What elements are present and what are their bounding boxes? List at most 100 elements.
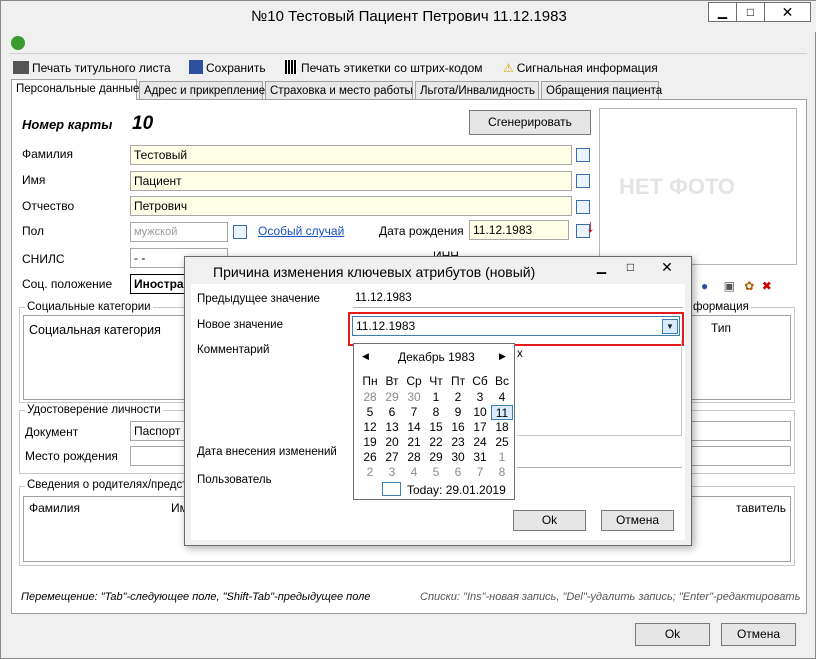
social-status-field[interactable]: Иностран — [130, 274, 190, 294]
calendar-day[interactable]: 1 — [425, 390, 447, 405]
calendar-day[interactable]: 21 — [403, 435, 425, 450]
edit-icon[interactable] — [576, 200, 590, 214]
dialog-minimize-button[interactable]: ▁ — [587, 257, 616, 277]
tab-address[interactable]: Адрес и прикрепление — [139, 81, 265, 100]
calendar-day[interactable]: 9 — [447, 405, 469, 420]
calendar-day[interactable]: 4 — [491, 390, 513, 405]
calendar-day[interactable]: 13 — [381, 420, 403, 435]
calendar-day[interactable]: 18 — [491, 420, 513, 435]
today-button[interactable]: Today: 29.01.2019 — [407, 483, 506, 497]
calendar-day[interactable]: 10 — [469, 405, 491, 420]
calendar-day[interactable]: 14 — [403, 420, 425, 435]
calendar-day[interactable]: 7 — [403, 405, 425, 420]
tab-benefits[interactable]: Льгота/Инвалидность — [415, 81, 539, 100]
down-arrow-icon: ↓ — [586, 216, 595, 236]
calendar-day[interactable]: 1 — [491, 450, 513, 465]
calendar-day[interactable]: 15 — [425, 420, 447, 435]
type-column: Тип — [711, 321, 732, 335]
patronymic-field[interactable]: Петрович — [130, 196, 572, 216]
prev-month-button[interactable]: ◀ — [362, 351, 369, 362]
maximize-button[interactable]: □ — [736, 2, 765, 22]
name-field[interactable]: Пациент — [130, 171, 572, 191]
calendar-day[interactable]: 6 — [447, 465, 469, 480]
chevron-down-icon[interactable]: ▼ — [662, 319, 678, 334]
next-month-button[interactable]: ▶ — [499, 351, 506, 362]
sex-select[interactable]: мужской — [130, 222, 228, 242]
minimize-button[interactable]: ▁ — [708, 2, 737, 22]
minimize-icon: ▁ — [717, 5, 728, 19]
calendar-day[interactable]: 16 — [447, 420, 469, 435]
birthplace-extra-field[interactable] — [689, 446, 791, 466]
calendar-day[interactable]: 3 — [381, 465, 403, 480]
edit-icon[interactable] — [576, 148, 590, 162]
close-button[interactable]: ✕ — [764, 2, 811, 22]
birth-date-field[interactable]: 11.12.1983 — [469, 220, 569, 240]
info-grid[interactable] — [691, 315, 791, 400]
print-barcode-label: Печать этикетки со штрих-кодом — [301, 61, 483, 75]
document-extra-field[interactable] — [689, 421, 791, 441]
special-case-link[interactable]: Особый случай — [258, 224, 344, 238]
calendar-day[interactable]: 25 — [491, 435, 513, 450]
calendar-day[interactable]: 2 — [359, 465, 381, 480]
tab-visits[interactable]: Обращения пациента — [541, 81, 662, 100]
calendar-day[interactable]: 31 — [469, 450, 491, 465]
prev-value-underline — [353, 307, 683, 308]
calendar-day[interactable]: 19 — [359, 435, 381, 450]
new-value-field[interactable]: 11.12.1983 — [352, 316, 680, 336]
tab-insurance[interactable]: Страховка и место работы — [265, 81, 413, 100]
surname-field[interactable]: Тестовый — [130, 145, 572, 165]
calendar-day[interactable]: 12 — [359, 420, 381, 435]
tab-personal[interactable]: Персональные данные — [11, 79, 139, 100]
document-field[interactable]: Паспорт г — [130, 421, 190, 441]
save-button[interactable]: Сохранить — [189, 58, 266, 78]
comment-box[interactable] — [517, 340, 682, 436]
edit-icon[interactable] — [233, 225, 247, 239]
calendar-day[interactable]: 24 — [469, 435, 491, 450]
print-title-button[interactable]: Печать титульного листа — [13, 58, 171, 78]
birthplace-field[interactable] — [130, 446, 190, 466]
cancel-button[interactable]: Отмена — [721, 623, 796, 646]
dialog-close-button[interactable]: ✕ — [645, 257, 689, 277]
weekday-label: Вс — [494, 374, 509, 388]
calendar-day[interactable]: 29 — [425, 450, 447, 465]
calendar-day[interactable]: 8 — [425, 405, 447, 420]
calendar-day[interactable]: 5 — [359, 405, 381, 420]
calendar-day[interactable]: 5 — [425, 465, 447, 480]
calendar-day[interactable]: 17 — [469, 420, 491, 435]
warning-icon: ⚠ — [503, 61, 514, 75]
calendar-day[interactable]: 23 — [447, 435, 469, 450]
dialog-maximize-button[interactable]: □ — [616, 257, 645, 277]
calendar-day[interactable]: 6 — [381, 405, 403, 420]
calendar-day[interactable]: 29 — [381, 390, 403, 405]
calendar-day[interactable]: 30 — [447, 450, 469, 465]
social-status-label: Соц. положение — [22, 277, 113, 291]
ok-button[interactable]: Ok — [635, 623, 710, 646]
dialog-cancel-button[interactable]: Отмена — [601, 510, 674, 531]
copy-icon[interactable]: ▣ — [724, 279, 735, 293]
calendar-day[interactable]: 26 — [359, 450, 381, 465]
edit-icon[interactable] — [576, 174, 590, 188]
calendar-day[interactable]: 30 — [403, 390, 425, 405]
dialog-ok-button[interactable]: Ok — [513, 510, 586, 531]
calendar-day[interactable]: 4 — [403, 465, 425, 480]
generate-button[interactable]: Сгенерировать — [469, 110, 591, 135]
print-barcode-button[interactable]: Печать этикетки со штрих-кодом — [285, 58, 483, 78]
calendar-day[interactable]: 3 — [469, 390, 491, 405]
delete-icon[interactable]: ✖ — [762, 279, 772, 293]
print-title-label: Печать титульного листа — [32, 61, 171, 75]
signal-info-button[interactable]: ⚠ Сигнальная информация — [503, 58, 658, 78]
weekday-label: Сб — [472, 374, 488, 388]
calendar-day[interactable]: 8 — [491, 465, 513, 480]
calendar-day[interactable]: 20 — [381, 435, 403, 450]
info-icon[interactable] — [11, 36, 25, 50]
calendar-day[interactable]: 28 — [403, 450, 425, 465]
palette-icon[interactable]: ✿ — [744, 279, 754, 293]
calendar-day[interactable]: 22 — [425, 435, 447, 450]
calendar-day[interactable]: 7 — [469, 465, 491, 480]
calendar-day[interactable]: 2 — [447, 390, 469, 405]
add-icon[interactable]: ● — [701, 279, 708, 293]
calendar-day[interactable]: 27 — [381, 450, 403, 465]
calendar-day[interactable]: 11 — [491, 405, 513, 420]
weekday-label: Ср — [406, 374, 422, 388]
calendar-day[interactable]: 28 — [359, 390, 381, 405]
